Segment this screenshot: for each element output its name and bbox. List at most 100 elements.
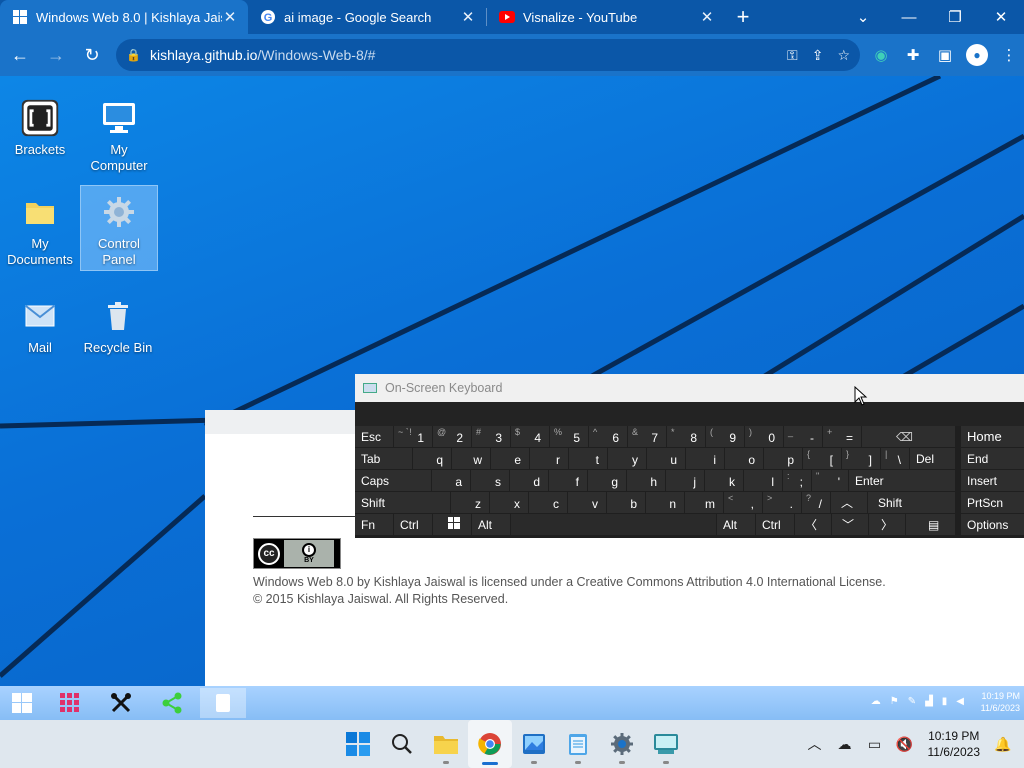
key-ctrl-right[interactable]: Ctrl bbox=[756, 514, 794, 535]
close-tab-icon[interactable]: ✕ bbox=[222, 8, 238, 26]
desktop-icon-mail[interactable]: Mail bbox=[2, 290, 78, 356]
key-7[interactable]: & 7 bbox=[628, 426, 666, 447]
key-h[interactable]: h bbox=[627, 470, 665, 491]
key-c[interactable]: c bbox=[529, 492, 567, 513]
key-a[interactable]: a bbox=[432, 470, 470, 491]
key-end[interactable]: End bbox=[961, 448, 1024, 469]
cloud-icon[interactable]: ☁ bbox=[871, 696, 881, 707]
key-home[interactable]: Home bbox=[961, 426, 1024, 447]
volume-muted-icon[interactable]: 🔇 bbox=[890, 729, 920, 759]
tab-windows-web[interactable]: Windows Web 8.0 | Kishlaya Jaisw ✕ bbox=[0, 0, 248, 34]
extensions-puzzle-icon[interactable]: ✚ bbox=[902, 44, 924, 66]
key-minus[interactable]: _ - bbox=[784, 426, 822, 447]
key-v[interactable]: v bbox=[568, 492, 606, 513]
photos-app-button[interactable] bbox=[512, 720, 556, 768]
key-6[interactable]: ^ 6 bbox=[589, 426, 627, 447]
key-comma[interactable]: <, bbox=[724, 492, 762, 513]
side-panel-icon[interactable]: ▣ bbox=[934, 44, 956, 66]
key-g[interactable]: g bbox=[588, 470, 626, 491]
file-explorer-button[interactable] bbox=[424, 720, 468, 768]
display-icon[interactable]: ▭ bbox=[860, 729, 890, 759]
tools-icon[interactable] bbox=[103, 688, 139, 718]
key-t[interactable]: t bbox=[569, 448, 607, 469]
key-fn[interactable]: Fn bbox=[355, 514, 393, 535]
terminal-button[interactable] bbox=[644, 720, 688, 768]
signal-icon[interactable]: ▟ bbox=[925, 696, 933, 707]
share-icon[interactable]: ⇪ bbox=[812, 47, 824, 64]
key-z[interactable]: z bbox=[451, 492, 489, 513]
key-left-arrow[interactable]: 〈 bbox=[795, 514, 831, 535]
chevron-up-icon[interactable]: ︿ bbox=[800, 729, 830, 759]
key-equals[interactable]: + = bbox=[823, 426, 861, 447]
onedrive-offline-icon[interactable]: ☁ bbox=[830, 729, 860, 759]
key-backslash[interactable]: | \ bbox=[881, 448, 909, 469]
tab-google-search[interactable]: G ai image - Google Search ✕ bbox=[248, 0, 486, 34]
settings-button[interactable] bbox=[600, 720, 644, 768]
key-tab[interactable]: Tab bbox=[355, 448, 412, 469]
key-e[interactable]: e bbox=[491, 448, 529, 469]
web-task-notepad[interactable] bbox=[200, 688, 246, 718]
notification-bell-icon[interactable]: 🔔 bbox=[988, 729, 1018, 759]
key-ctrl-left[interactable]: Ctrl bbox=[394, 514, 432, 535]
key-esc[interactable]: Esc bbox=[355, 426, 393, 447]
osk-title-bar[interactable]: On-Screen Keyboard bbox=[355, 374, 1024, 402]
close-window-icon[interactable]: ✕ bbox=[978, 0, 1024, 34]
key-alt-left[interactable]: Alt bbox=[472, 514, 510, 535]
close-tab-icon[interactable]: ✕ bbox=[460, 8, 476, 26]
key-9[interactable]: (9 bbox=[706, 426, 744, 447]
key-semicolon[interactable]: :; bbox=[783, 470, 811, 491]
key-y[interactable]: y bbox=[608, 448, 646, 469]
notepad-button[interactable] bbox=[556, 720, 600, 768]
desktop-icon-my-documents[interactable]: My Documents bbox=[2, 186, 78, 268]
apps-grid-icon[interactable] bbox=[52, 688, 88, 718]
new-tab-button[interactable]: + bbox=[725, 0, 761, 34]
key-m[interactable]: m bbox=[685, 492, 723, 513]
key-options[interactable]: Options bbox=[961, 514, 1024, 535]
web-clock[interactable]: 10:19 PM 11/6/2023 bbox=[981, 690, 1020, 714]
minimize-icon[interactable]: — bbox=[886, 0, 932, 34]
key-backspace[interactable]: ⌫ bbox=[862, 426, 955, 447]
desktop-icon-recycle-bin[interactable]: Recycle Bin bbox=[80, 290, 156, 356]
key-enter[interactable]: Enter bbox=[849, 470, 955, 491]
key-o[interactable]: o bbox=[725, 448, 763, 469]
back-icon[interactable]: ← bbox=[4, 39, 36, 71]
key-0[interactable]: ) 0 bbox=[745, 426, 783, 447]
key-shift-right[interactable]: Shift bbox=[868, 492, 955, 513]
key-k[interactable]: k bbox=[705, 470, 743, 491]
key-quote[interactable]: " ' bbox=[812, 470, 848, 491]
key-right-bracket[interactable]: }] bbox=[842, 448, 880, 469]
extension-grammarly-icon[interactable]: ◉ bbox=[870, 44, 892, 66]
key-2[interactable]: @2 bbox=[433, 426, 471, 447]
edit-icon[interactable]: ✎ bbox=[908, 696, 916, 707]
key-r[interactable]: r bbox=[530, 448, 568, 469]
lock-icon[interactable]: 🔒 bbox=[126, 48, 141, 62]
menu-dots-icon[interactable]: ⋮ bbox=[998, 44, 1020, 66]
key-insert[interactable]: Insert bbox=[961, 470, 1024, 491]
key-3[interactable]: #3 bbox=[472, 426, 510, 447]
key-shift-left[interactable]: Shift bbox=[355, 492, 450, 513]
start-button[interactable] bbox=[336, 720, 380, 768]
key-x[interactable]: x bbox=[490, 492, 528, 513]
key-j[interactable]: j bbox=[666, 470, 704, 491]
key-n[interactable]: n bbox=[646, 492, 684, 513]
key-1[interactable]: ~ `! 1 bbox=[394, 426, 432, 447]
key-s[interactable]: s bbox=[471, 470, 509, 491]
desktop-icon-control-panel[interactable]: Control Panel bbox=[80, 185, 158, 271]
key-u[interactable]: u bbox=[647, 448, 685, 469]
restore-icon[interactable]: ❐ bbox=[932, 0, 978, 34]
address-bar[interactable]: 🔒 kishlaya.github.io/Windows-Web-8/# ⚿ ⇪… bbox=[116, 39, 860, 71]
key-up-arrow[interactable]: ︿ bbox=[831, 492, 867, 513]
key-windows[interactable] bbox=[433, 514, 471, 535]
key-p[interactable]: p bbox=[764, 448, 802, 469]
on-screen-keyboard[interactable]: On-Screen Keyboard Esc ~ `! 1 @2 #3 $4 % 5… bbox=[355, 374, 1024, 538]
key-period[interactable]: >. bbox=[763, 492, 801, 513]
key-i[interactable]: i bbox=[686, 448, 724, 469]
bookmark-star-icon[interactable]: ☆ bbox=[837, 47, 850, 64]
tab-search-icon[interactable]: ⌄ bbox=[840, 0, 886, 34]
volume-icon[interactable]: ◀ bbox=[956, 696, 964, 707]
key-left-bracket[interactable]: {[ bbox=[803, 448, 841, 469]
search-button[interactable] bbox=[380, 720, 424, 768]
key-caps[interactable]: Caps bbox=[355, 470, 431, 491]
key-w[interactable]: w bbox=[452, 448, 490, 469]
desktop-icon-my-computer[interactable]: My Computer bbox=[81, 92, 157, 174]
